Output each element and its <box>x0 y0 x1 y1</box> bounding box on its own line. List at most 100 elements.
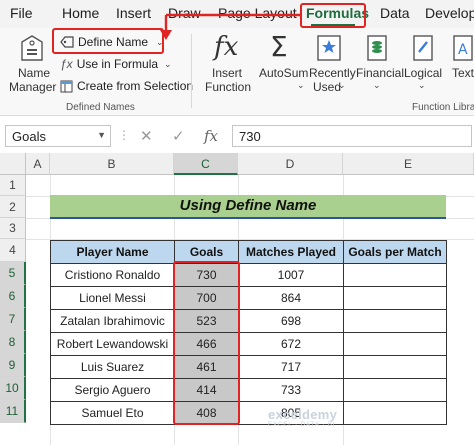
table-row: Samuel Eto 408 805 <box>50 401 447 425</box>
cell-player-name[interactable]: Sergio Aguero <box>50 378 175 402</box>
tab-insert[interactable]: Insert <box>116 5 151 21</box>
column-header-a[interactable]: A <box>26 153 50 175</box>
row-header-8[interactable]: 8 <box>0 331 26 354</box>
chevron-down-icon: ⌄ <box>418 80 426 90</box>
tab-developer[interactable]: Developer <box>425 5 474 21</box>
row-header-10[interactable]: 10 <box>0 377 26 400</box>
cell-goals[interactable]: 730 <box>174 263 239 287</box>
cell-goals-per-match[interactable] <box>343 286 447 310</box>
star-book-icon[interactable] <box>316 34 342 65</box>
logical-icon[interactable] <box>412 34 434 65</box>
cell-goals-per-match[interactable] <box>343 401 447 425</box>
cell-goals[interactable]: 523 <box>174 309 239 333</box>
row-header-11[interactable]: 11 <box>0 400 26 423</box>
cell-matches-played[interactable]: 1007 <box>238 263 344 287</box>
header-goals-per-match[interactable]: Goals per Match <box>343 240 447 264</box>
header-player-name[interactable]: Player Name <box>50 240 175 264</box>
recently-used-label-2[interactable]: Used <box>313 80 341 94</box>
cell-goals[interactable]: 466 <box>174 332 239 356</box>
table-header-row: Player Name Goals Matches Played Goals p… <box>50 240 447 264</box>
cell-goals[interactable]: 700 <box>174 286 239 310</box>
row-header-9[interactable]: 9 <box>0 354 26 377</box>
watermark-logo: exceldemy EXCEL · DATA · BI <box>268 407 337 428</box>
watermark-tagline: EXCEL · DATA · BI <box>268 422 336 428</box>
row-header-4[interactable]: 4 <box>0 239 26 262</box>
autosum-label[interactable]: AutoSum <box>259 66 308 80</box>
logical-label[interactable]: Logical <box>404 66 442 80</box>
cell-player-name[interactable]: Samuel Eto <box>50 401 175 425</box>
cell-goals-per-match[interactable] <box>343 378 447 402</box>
column-header-e[interactable]: E <box>343 153 474 175</box>
cell-goals[interactable]: 461 <box>174 355 239 379</box>
cell-goals-per-match[interactable] <box>343 263 447 287</box>
cell-matches-played[interactable]: 672 <box>238 332 344 356</box>
text-function-icon[interactable]: A <box>452 34 474 65</box>
create-from-selection-button[interactable]: Create from Selection <box>60 79 193 93</box>
insert-function-fx-icon[interactable]: fx <box>204 127 218 145</box>
column-header-c[interactable]: C <box>174 153 238 175</box>
define-name-label: Define Name <box>78 35 149 49</box>
table-row: Lionel Messi 700 864 <box>50 286 447 310</box>
chevron-down-icon: ⌄ <box>373 80 381 90</box>
tab-home[interactable]: Home <box>62 5 99 21</box>
recently-used-label-1[interactable]: Recently <box>309 66 356 80</box>
select-all-corner[interactable] <box>0 153 26 175</box>
tab-formulas[interactable]: Formulas <box>306 5 369 21</box>
insert-function-label-2[interactable]: Function <box>205 80 251 94</box>
chevron-down-icon: ⌄ <box>164 58 172 69</box>
watermark-brand: exceldemy <box>268 407 338 422</box>
name-box-value: Goals <box>12 129 46 144</box>
tab-data[interactable]: Data <box>380 5 410 21</box>
name-box[interactable]: Goals ▼ <box>5 125 111 147</box>
formula-bar: Goals ▼ ⋮ ✕ ✓ fx 730 <box>0 122 474 150</box>
chevron-down-icon[interactable]: ▼ <box>97 130 106 140</box>
svg-text:A: A <box>458 42 468 58</box>
cell-matches-played[interactable]: 698 <box>238 309 344 333</box>
insert-function-label-1[interactable]: Insert <box>212 66 242 80</box>
cell-goals[interactable]: 414 <box>174 378 239 402</box>
cell-player-name[interactable]: Robert Lewandowski <box>50 332 175 356</box>
row-header-5[interactable]: 5 <box>0 262 26 285</box>
use-in-formula-button[interactable]: ƒx Use in Formula ⌄ <box>60 57 172 71</box>
name-manager-label-1[interactable]: Name <box>18 66 50 80</box>
sheet-title[interactable]: Using Define Name <box>50 195 446 219</box>
chevron-down-icon: ⌄ <box>297 80 305 90</box>
cell-goals-per-match[interactable] <box>343 332 447 356</box>
tab-file[interactable]: File <box>10 5 33 21</box>
cell-matches-played[interactable]: 864 <box>238 286 344 310</box>
text-function-label[interactable]: Text <box>452 66 474 80</box>
cell-goals[interactable]: 408 <box>174 401 239 425</box>
cell-matches-played[interactable]: 733 <box>238 378 344 402</box>
cell-goals-per-match[interactable] <box>343 309 447 333</box>
cell-player-name[interactable]: Luis Suarez <box>50 355 175 379</box>
enter-icon[interactable]: ✓ <box>172 127 185 145</box>
define-name-button[interactable]: Define Name ⌄ <box>60 35 164 49</box>
financial-label[interactable]: Financial <box>356 66 404 80</box>
row-header-6[interactable]: 6 <box>0 285 26 308</box>
formula-fx-icon: ƒx <box>60 57 73 71</box>
row-header-2[interactable]: 2 <box>0 196 26 218</box>
use-in-formula-label: Use in Formula <box>76 57 159 71</box>
row-header-1[interactable]: 1 <box>0 175 26 196</box>
row-header-3[interactable]: 3 <box>0 218 26 239</box>
cell-player-name[interactable]: Cristiono Ronaldo <box>50 263 175 287</box>
cell-matches-played[interactable]: 717 <box>238 355 344 379</box>
column-header-b[interactable]: B <box>50 153 174 175</box>
row-header-7[interactable]: 7 <box>0 308 26 331</box>
column-header-d[interactable]: D <box>238 153 343 175</box>
more-options-icon[interactable]: ⋮ <box>118 128 130 142</box>
defined-names-group-label: Defined Names <box>66 102 135 113</box>
financial-icon[interactable] <box>366 34 388 65</box>
header-goals[interactable]: Goals <box>174 240 239 264</box>
player-table: Player Name Goals Matches Played Goals p… <box>50 240 447 425</box>
active-tab-underline <box>311 24 355 26</box>
cell-player-name[interactable]: Lionel Messi <box>50 286 175 310</box>
cell-goals-per-match[interactable] <box>343 355 447 379</box>
header-matches-played[interactable]: Matches Played <box>238 240 344 264</box>
name-manager-icon[interactable] <box>18 34 46 67</box>
cancel-icon[interactable]: ✕ <box>140 127 153 145</box>
name-manager-label-2[interactable]: Manager <box>9 80 56 94</box>
cell-player-name[interactable]: Zatalan Ibrahimovic <box>50 309 175 333</box>
table-row: Luis Suarez 461 717 <box>50 355 447 379</box>
formula-input[interactable]: 730 <box>232 125 472 147</box>
